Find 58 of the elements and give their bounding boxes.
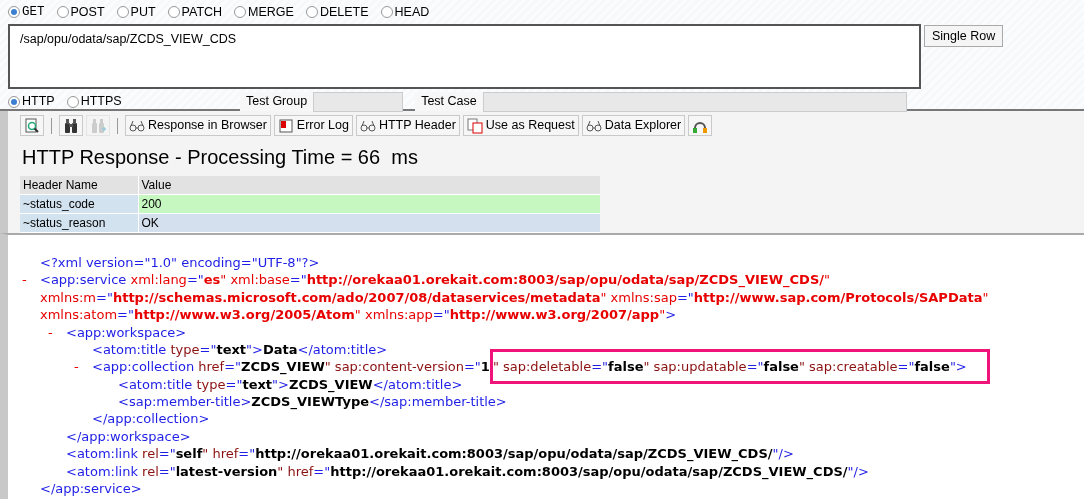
test-case-field[interactable] bbox=[482, 91, 907, 112]
xml-text: </app:service> bbox=[40, 481, 142, 497]
collapse-toggle[interactable]: - bbox=[74, 357, 79, 377]
collapse-toggle[interactable]: - bbox=[48, 322, 53, 342]
radio-button[interactable] bbox=[56, 6, 69, 19]
uri-field[interactable]: /sap/opu/odata/sap/ZCDS_VIEW_CDS bbox=[8, 23, 921, 89]
search-button[interactable] bbox=[20, 115, 44, 136]
log-icon bbox=[277, 117, 294, 134]
column-header: Header Name bbox=[20, 176, 138, 195]
toolbar-button[interactable] bbox=[688, 115, 713, 136]
xml-text: <atom:title type="text">Data</atom:title> bbox=[92, 341, 388, 357]
xml-text: <atom:link rel="self" href="http://orekaa01.orekait.com:8003/sap/opu/odata/sap/ZCDS_VIEW_CDS/"/> bbox=[66, 446, 794, 462]
toolbar-button[interactable] bbox=[59, 115, 83, 136]
xml-text: xmlns:atom="http://www.w3.org/2005/Atom" xmlns:app="http://www.w3.org/2007/app"> bbox=[40, 307, 677, 323]
column-header: Value bbox=[138, 176, 600, 195]
radio-button[interactable] bbox=[380, 6, 393, 19]
radio-button[interactable] bbox=[8, 95, 20, 108]
xml-text: <atom:link rel="latest-version" href="http://orekaa01.orekait.com:8003/sap/opu/odata/sap/ZCDS_VIEW_CDS/"/> bbox=[66, 463, 869, 479]
test-group-field[interactable] bbox=[313, 91, 404, 112]
toolbar-button[interactable]: Response in Browser bbox=[125, 115, 271, 136]
protocol-label[interactable]: HTTP bbox=[22, 92, 55, 112]
binoculars-icon bbox=[90, 117, 106, 134]
radio-button[interactable] bbox=[66, 95, 79, 108]
toolbar-button[interactable]: Data Explorer bbox=[581, 115, 686, 136]
xml-text: <sap:member-title>ZCDS_VIEWType</sap:member-title> bbox=[118, 394, 507, 410]
toolbar-button[interactable]: HTTP Header bbox=[355, 115, 460, 136]
xml-text: <?xml version="1.0" encoding="UTF-8"?> bbox=[40, 254, 320, 270]
method-label[interactable]: HEAD bbox=[394, 3, 430, 22]
field-label: Test Group bbox=[240, 92, 314, 112]
collapse-toggle[interactable]: - bbox=[22, 270, 27, 290]
radio-button[interactable] bbox=[116, 6, 129, 19]
xml-text: </app:workspace> bbox=[66, 428, 191, 444]
method-label[interactable]: MERGE bbox=[248, 3, 294, 22]
radio-button[interactable] bbox=[167, 6, 180, 19]
radio-button[interactable] bbox=[234, 6, 247, 19]
method-label[interactable]: PUT bbox=[130, 3, 156, 22]
binoculars-icon bbox=[63, 117, 79, 134]
xml-text: xmlns:m="http://schemas.microsoft.com/ado/2007/08/dataservices/metadata" xmlns:sap="http://www.sap.com/Protocols/SAPData" bbox=[40, 289, 989, 305]
toolbar-button[interactable]: Use as Request bbox=[462, 115, 579, 136]
xml-text: <atom:title type="text">ZCDS_VIEW</atom:title> bbox=[118, 376, 463, 392]
copy-icon bbox=[466, 117, 483, 134]
toolbar-button[interactable]: Error Log bbox=[273, 115, 353, 136]
single-row-button[interactable]: Single Row bbox=[924, 24, 1004, 47]
method-label[interactable]: PATCH bbox=[181, 3, 223, 22]
search-icon bbox=[24, 117, 40, 134]
field-label: Test Case bbox=[415, 92, 483, 112]
radio-button[interactable] bbox=[305, 6, 318, 19]
response-title: HTTP Response - Processing Time = 66 ms bbox=[22, 145, 419, 170]
xml-text: <app:collection href="ZCDS_VIEW" sap:content-version="1 bbox=[92, 359, 490, 375]
xml-text: <app:service xml:lang="es" xml:base="http://orekaa01.orekait.com:8003/sap/opu/odata/sap/ZCDS_VIEW_CDS/" bbox=[40, 272, 830, 288]
xml-text: <app:workspace> bbox=[66, 324, 187, 340]
xml-text: </app:collection> bbox=[92, 411, 210, 427]
method-label[interactable]: POST bbox=[70, 3, 105, 22]
radio-button[interactable] bbox=[8, 6, 20, 19]
method-label[interactable]: DELETE bbox=[319, 3, 369, 22]
protocol-label[interactable]: HTTPS bbox=[80, 92, 122, 112]
method-label[interactable]: GET bbox=[22, 3, 45, 22]
highlight-box: " sap:deletable="false" sap:updatable="false" sap:creatable="false"> bbox=[489, 349, 990, 385]
